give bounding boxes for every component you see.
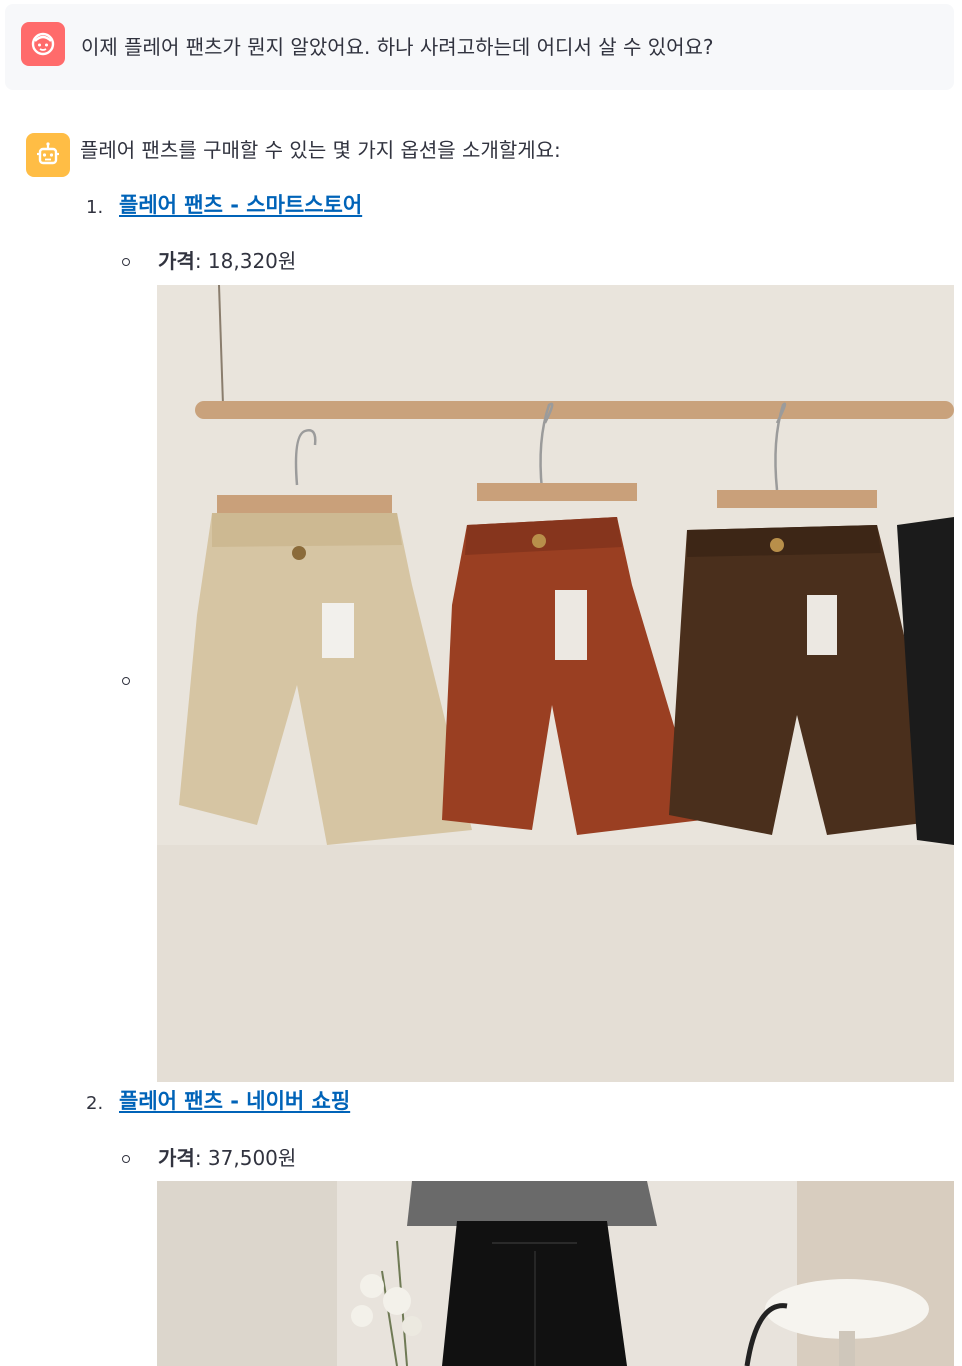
product-link-naver-shopping[interactable]: 플레어 팬츠 - 네이버 쇼핑 — [119, 1087, 350, 1115]
user-message-text: 이제 플레어 팬츠가 뭔지 알았어요. 하나 사려고하는데 어디서 살 수 있어… — [81, 35, 714, 59]
product-link-smartstore[interactable]: 플레어 팬츠 - 스마트스토어 — [119, 191, 362, 219]
price-row: 가격: 18,320원 — [158, 247, 296, 275]
bot-avatar-icon — [26, 133, 70, 177]
list-number: 2. — [86, 1093, 104, 1114]
user-face-icon — [31, 32, 55, 56]
bullet-icon — [122, 677, 130, 685]
bullet-icon — [122, 258, 130, 266]
shorts-photo — [157, 285, 954, 1082]
price-value: : 37,500원 — [194, 1146, 297, 1170]
price-label: 가격 — [158, 1146, 195, 1170]
user-avatar-icon — [21, 22, 65, 66]
product-image-corduroy-shorts[interactable] — [157, 285, 954, 1082]
price-label: 가격 — [158, 249, 195, 273]
bot-intro-text: 플레어 팬츠를 구매할 수 있는 몇 가지 옵션을 소개할게요: — [80, 138, 561, 162]
bullet-icon — [122, 1155, 130, 1163]
price-value: : 18,320원 — [194, 249, 297, 273]
price-row: 가격: 37,500원 — [158, 1144, 296, 1172]
user-message: 이제 플레어 팬츠가 뭔지 알았어요. 하나 사려고하는데 어디서 살 수 있어… — [5, 4, 954, 90]
product-image-flare-pants[interactable] — [157, 1181, 954, 1366]
robot-icon — [37, 142, 59, 165]
pants-photo — [157, 1181, 954, 1366]
list-number: 1. — [86, 197, 104, 218]
